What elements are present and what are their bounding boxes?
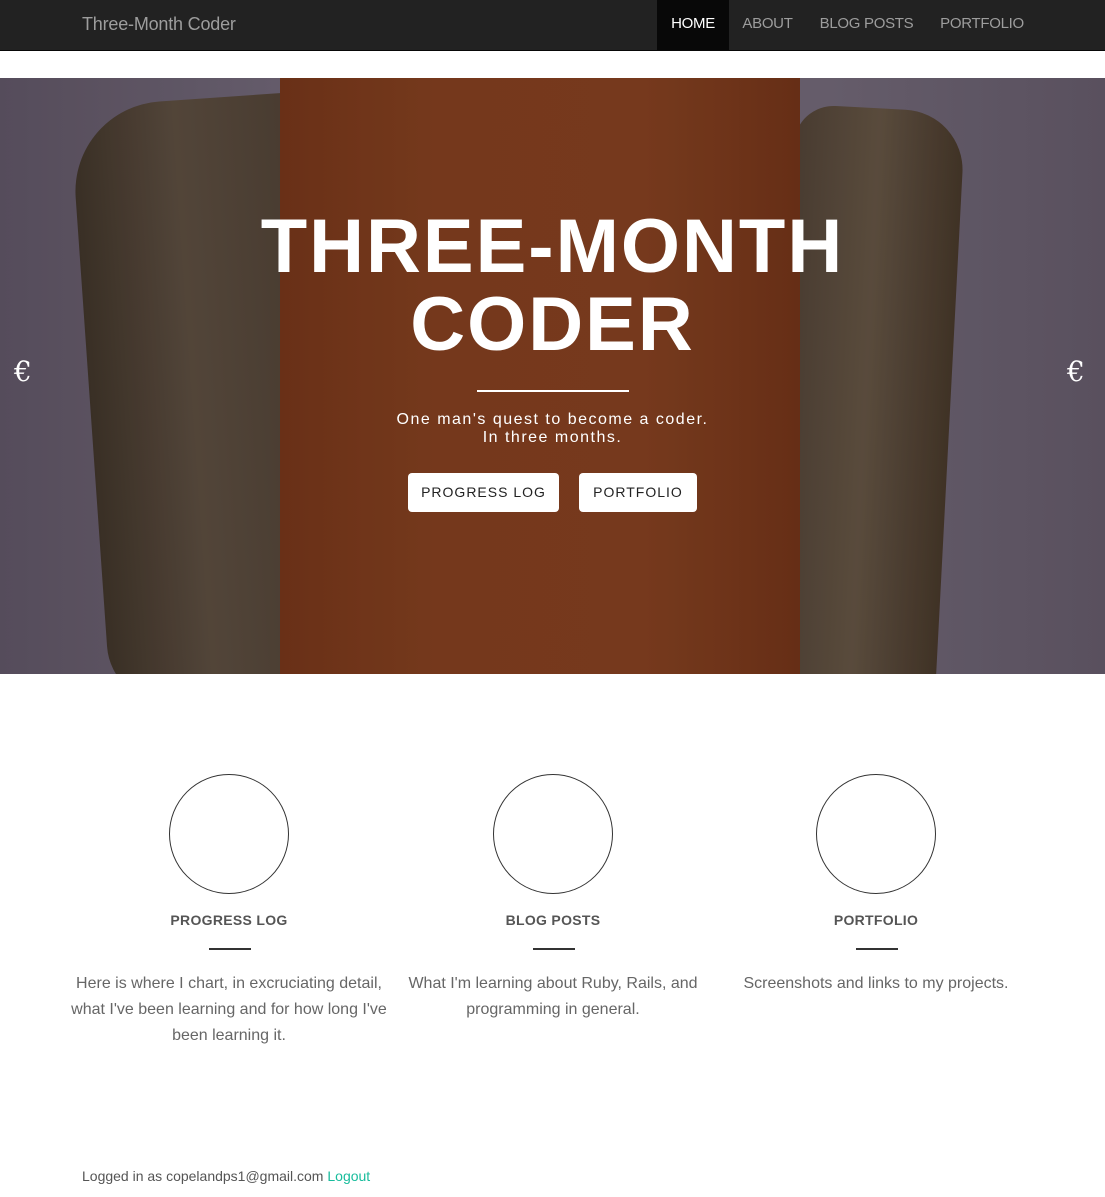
- hero-subtitle-line1: One man's quest to become a coder.: [396, 411, 709, 428]
- portfolio-button[interactable]: PORTFOLIO: [579, 473, 697, 512]
- nav-item-blog-posts[interactable]: BLOG POSTS: [806, 0, 927, 50]
- carousel-prev-icon[interactable]: €: [14, 358, 32, 386]
- feature-divider: [856, 948, 898, 950]
- feature-circle-icon: [493, 774, 613, 894]
- feature-divider: [533, 948, 575, 950]
- feature-circle-icon: [169, 774, 289, 894]
- hero-subtitle: One man's quest to become a coder. In th…: [0, 411, 1105, 447]
- nav-item-portfolio[interactable]: PORTFOLIO: [927, 0, 1037, 50]
- feature-title: PORTFOLIO: [833, 912, 919, 928]
- logged-in-text: Logged in as copelandps1@gmail.com: [82, 1168, 324, 1184]
- hero-title-line1: THREE-MONTH: [260, 204, 845, 289]
- logout-link[interactable]: Logout: [327, 1168, 370, 1184]
- hero-overlay: [0, 78, 1105, 674]
- hero-divider: [477, 390, 629, 392]
- feature-text: Here is where I chart, in excruciating d…: [71, 975, 387, 1044]
- hero-carousel: THREE-MONTH CODER One man's quest to bec…: [0, 78, 1105, 674]
- feature-title: BLOG POSTS: [505, 912, 601, 928]
- nav-item-about[interactable]: ABOUT: [729, 0, 806, 50]
- top-navbar: Three-Month Coder HOME ABOUT BLOG POSTS …: [0, 0, 1105, 51]
- hero-subtitle-line2: In three months.: [482, 429, 623, 446]
- hero-title: THREE-MONTH CODER: [0, 208, 1105, 364]
- nav-item-home[interactable]: HOME: [657, 0, 729, 50]
- feature-title: PROGRESS LOG: [170, 912, 288, 928]
- feature-text: What I'm learning about Ruby, Rails, and…: [408, 975, 698, 1018]
- progress-log-button[interactable]: PROGRESS LOG: [408, 473, 559, 512]
- feature-text: Screenshots and links to my projects.: [743, 975, 1009, 992]
- footer-login-status: Logged in as copelandps1@gmail.com Logou…: [82, 1168, 370, 1184]
- feature-circle-icon: [816, 774, 936, 894]
- feature-divider: [209, 948, 251, 950]
- carousel-next-icon[interactable]: €: [1067, 358, 1085, 386]
- brand-link[interactable]: Three-Month Coder: [82, 0, 236, 50]
- hero-title-line2: CODER: [410, 282, 695, 367]
